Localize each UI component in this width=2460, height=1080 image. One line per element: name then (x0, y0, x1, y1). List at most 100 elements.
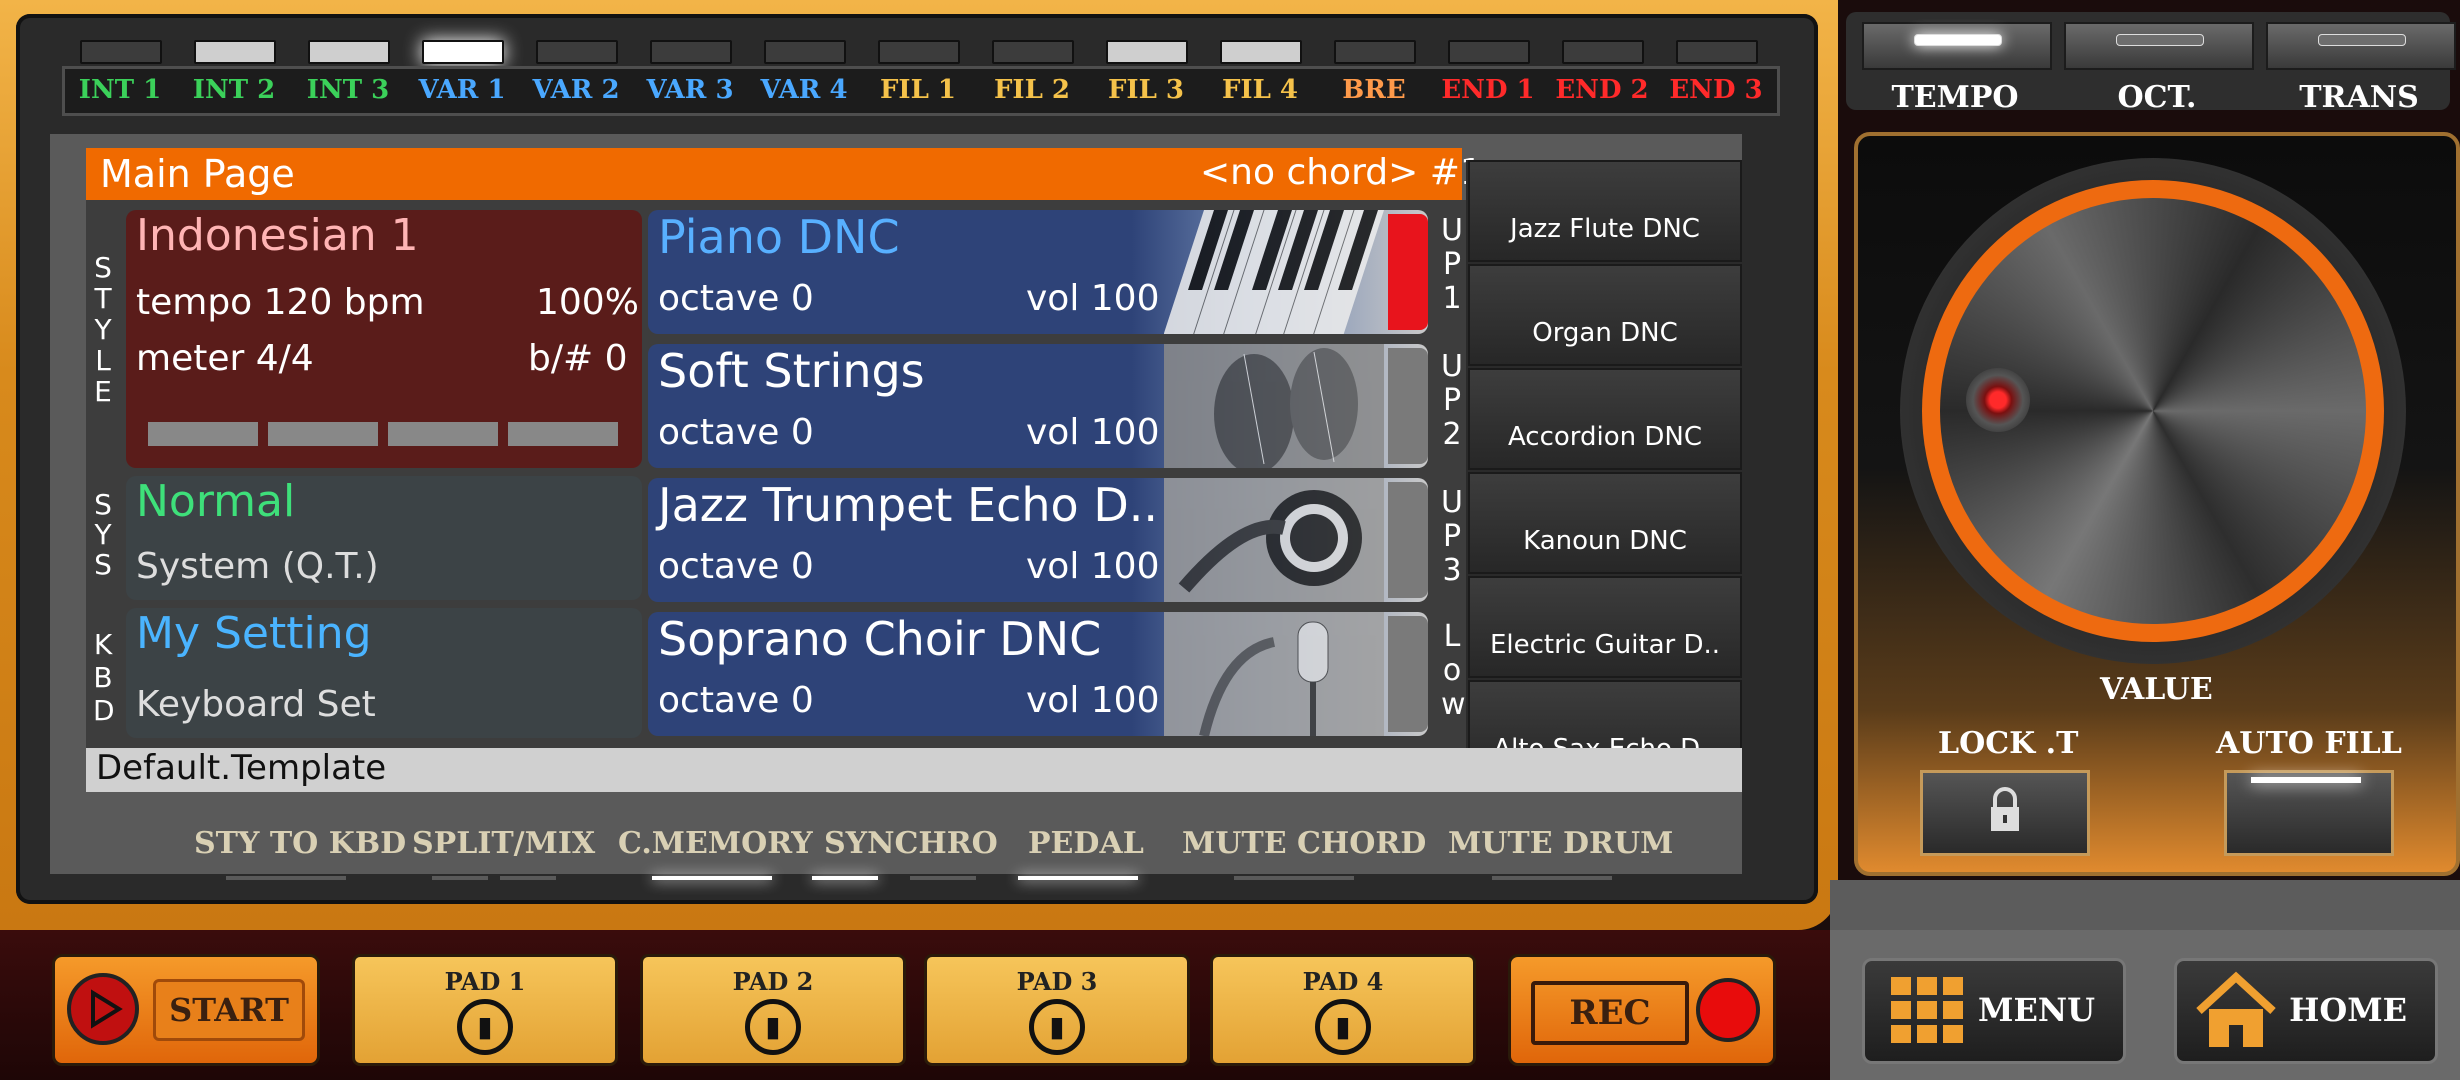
voice-low[interactable]: Soprano Choir DNC octave 0 vol 100 (648, 612, 1428, 736)
led-end1 (1448, 40, 1530, 64)
led-var1 (422, 40, 504, 64)
menu-label: MENU (1978, 991, 2095, 1029)
led-end2 (1562, 40, 1644, 64)
voice-up3-name: Jazz Trumpet Echo D.. (658, 478, 1158, 532)
favorite-voice-4[interactable]: Kanoun DNC (1468, 472, 1742, 574)
section-var2[interactable]: VAR 2 (521, 75, 631, 105)
style-variation-bar-3 (388, 422, 498, 446)
section-int1[interactable]: INT 1 (65, 75, 175, 105)
mute-chord-button[interactable]: MUTE CHORD (1182, 826, 1426, 861)
voice-up1-volume: vol 100 (1026, 278, 1160, 319)
split-mix-button[interactable]: SPLIT/MIX (412, 826, 595, 861)
sys-box[interactable]: Normal System (Q.T.) (126, 476, 642, 600)
knob-indicator-dot (1966, 368, 2030, 432)
template-name[interactable]: Default.Template (96, 748, 386, 788)
pad-2-icon: ▮ (745, 999, 801, 1055)
start-button[interactable]: START (52, 954, 320, 1066)
favorite-voice-3[interactable]: Accordion DNC (1468, 368, 1742, 470)
voice-low-name: Soprano Choir DNC (658, 612, 1102, 666)
style-box[interactable]: Indonesian 1 tempo 120 bpm 100% meter 4/… (126, 210, 642, 468)
voice-up3-tab (1388, 482, 1428, 598)
section-fil4[interactable]: FIL 4 (1205, 75, 1315, 105)
led-var2 (536, 40, 618, 64)
style-transpose: b/# 0 (528, 338, 628, 379)
favorite-voice-1[interactable]: Jazz Flute DNC (1468, 160, 1742, 262)
pad-3-label: PAD 3 (1016, 967, 1098, 996)
start-label: START (153, 979, 305, 1041)
auto-fill-button[interactable] (2224, 770, 2394, 856)
section-end3[interactable]: END 3 (1661, 75, 1771, 105)
mute-chord-led (1234, 876, 1354, 880)
voice-up3[interactable]: Jazz Trumpet Echo D.. octave 0 vol 100 (648, 478, 1428, 602)
tempo-button[interactable] (1862, 22, 2052, 70)
menu-button[interactable]: MENU (1862, 958, 2126, 1064)
pad-2-button[interactable]: PAD 2 ▮ (640, 954, 906, 1066)
kbd-box[interactable]: My Setting Keyboard Set (126, 608, 642, 738)
lock-t-button[interactable] (1920, 770, 2090, 856)
sys-side-label: SYS (88, 490, 118, 580)
section-var4[interactable]: VAR 4 (749, 75, 859, 105)
section-end2[interactable]: END 2 (1547, 75, 1657, 105)
c-memory-button[interactable]: C.MEMORY (618, 826, 813, 861)
section-end1[interactable]: END 1 (1433, 75, 1543, 105)
mix-led (500, 876, 556, 880)
sys-side-label-text: SYS (94, 488, 112, 581)
sys-sub: System (Q.T.) (136, 546, 379, 587)
favorite-voice-5[interactable]: Electric Guitar D.. (1468, 576, 1742, 678)
pad-3-icon: ▮ (1029, 999, 1085, 1055)
value-label: VALUE (2100, 672, 2213, 707)
piano-keys-image (1164, 210, 1384, 334)
sty-to-kbd-led (226, 876, 346, 880)
favorite-voice-2[interactable]: Organ DNC (1468, 264, 1742, 366)
pad-4-label: PAD 4 (1302, 967, 1384, 996)
section-fil3[interactable]: FIL 3 (1091, 75, 1201, 105)
voice-up2[interactable]: Soft Strings octave 0 vol 100 (648, 344, 1428, 468)
chord-display: <no chord> #1 (1200, 152, 1483, 193)
voice-up3-octave: octave 0 (658, 546, 814, 587)
voice-up1[interactable]: Piano DNC octave 0 vol 100 (648, 210, 1428, 334)
led-fil2 (992, 40, 1074, 64)
section-var1[interactable]: VAR 1 (407, 75, 517, 105)
octave-button[interactable] (2064, 22, 2254, 70)
pedal-led (1018, 876, 1138, 880)
pad-1-label: PAD 1 (444, 967, 526, 996)
mute-drum-button[interactable]: MUTE DRUM (1448, 826, 1673, 861)
play-icon (67, 973, 139, 1045)
c-memory-led (652, 876, 772, 880)
section-int2[interactable]: INT 2 (179, 75, 289, 105)
voice-up2-name: Soft Strings (658, 344, 925, 398)
part-label-low-text: Low (1441, 619, 1466, 722)
section-fil1[interactable]: FIL 1 (863, 75, 973, 105)
section-var3[interactable]: VAR 3 (635, 75, 745, 105)
section-bre[interactable]: BRE (1319, 75, 1429, 105)
pad-4-icon: ▮ (1315, 999, 1371, 1055)
home-button[interactable]: HOME (2174, 958, 2438, 1064)
home-label: HOME (2289, 991, 2407, 1029)
tempo-led (1914, 34, 2002, 46)
sty-to-kbd-button[interactable]: STY TO KBD (194, 826, 406, 861)
microphone-image (1164, 612, 1384, 736)
pad-3-button[interactable]: PAD 3 ▮ (924, 954, 1190, 1066)
rec-button[interactable]: REC (1508, 954, 1776, 1066)
pad-4-button[interactable]: PAD 4 ▮ (1210, 954, 1476, 1066)
style-variation-bar-1 (148, 422, 258, 446)
section-int3[interactable]: INT 3 (293, 75, 403, 105)
synchro-led-1 (812, 876, 878, 880)
section-fil2[interactable]: FIL 2 (977, 75, 1087, 105)
favorite-voice-list: Jazz Flute DNC Organ DNC Accordion DNC K… (1466, 160, 1742, 782)
section-bar: INT 1 INT 2 INT 3 VAR 1 VAR 2 VAR 3 VAR … (62, 66, 1780, 116)
transpose-label: TRANS (2299, 80, 2419, 115)
auto-fill-led (2251, 777, 2361, 783)
pad-1-button[interactable]: PAD 1 ▮ (352, 954, 618, 1066)
voice-up2-volume: vol 100 (1026, 412, 1160, 453)
home-icon (2196, 971, 2276, 1047)
pedal-button[interactable]: PEDAL (1028, 826, 1144, 861)
led-int3 (308, 40, 390, 64)
transpose-button[interactable] (2266, 22, 2456, 70)
lock-icon (1991, 787, 2019, 831)
synchro-button[interactable]: SYNCHRO (824, 826, 998, 861)
lock-t-label: LOCK .T (1938, 726, 2079, 761)
pad-1-icon: ▮ (457, 999, 513, 1055)
saxophone-image (1164, 478, 1384, 602)
record-icon (1696, 978, 1760, 1042)
